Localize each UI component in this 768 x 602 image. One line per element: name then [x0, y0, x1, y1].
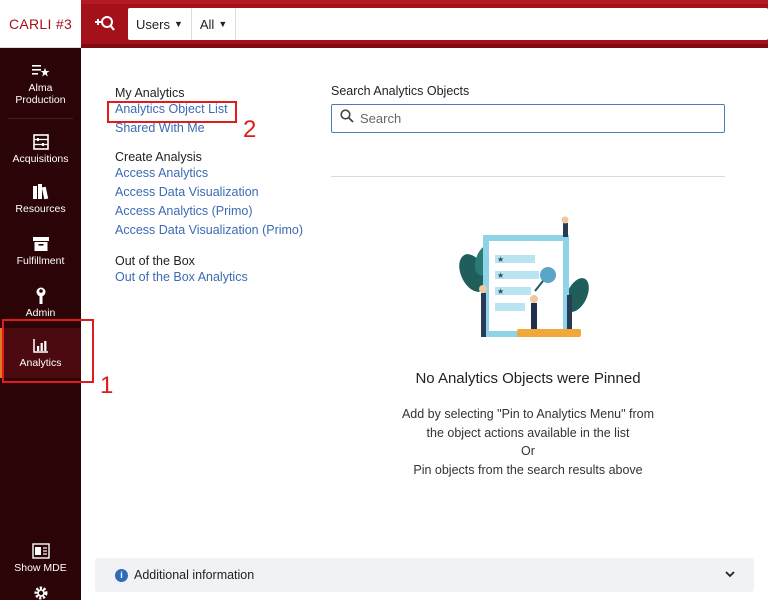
access-data-visualization-primo-link[interactable]: Access Data Visualization (Primo): [115, 221, 315, 238]
bar-bottom-edge: [81, 44, 768, 48]
create-analysis-heading: Create Analysis: [115, 150, 202, 164]
mde-icon: [31, 542, 50, 559]
analytics-menu: My Analytics Analytics Object List Share…: [115, 82, 315, 287]
nav-item-acquisitions[interactable]: Acquisitions: [0, 126, 81, 172]
my-analytics-heading: My Analytics: [115, 86, 185, 100]
persistent-search: Users ▼ All ▼: [128, 8, 768, 40]
nav-label: Acquisitions: [12, 152, 69, 165]
wrench-icon: [32, 287, 50, 304]
persistent-search-input[interactable]: [236, 8, 768, 40]
empty-state-line: the object actions available in the list: [426, 425, 630, 440]
nav-label: Admin: [25, 306, 56, 319]
caret-down-icon: ▼: [218, 19, 228, 29]
access-analytics-link[interactable]: Access Analytics: [115, 164, 315, 183]
nav-item-alma-production[interactable]: Alma Production: [0, 60, 81, 108]
svg-text:★: ★: [497, 271, 504, 280]
shared-with-me-link[interactable]: Shared With Me: [115, 119, 315, 138]
svg-text:★: ★: [497, 255, 504, 264]
additional-information-panel[interactable]: i Additional information: [95, 558, 754, 592]
search-filter-dropdown[interactable]: All ▼: [192, 8, 237, 40]
callout-box-1: [2, 319, 94, 383]
nav-separator: [8, 118, 73, 119]
nav-item-fulfillment[interactable]: Fulfillment: [0, 228, 81, 274]
callout-number-1: 1: [100, 372, 114, 399]
abacus-icon: [32, 133, 50, 150]
empty-state-line: Or: [521, 444, 535, 458]
search-input[interactable]: [360, 111, 700, 126]
empty-state-line: Pin objects from the search results abov…: [413, 462, 643, 477]
search-scope-dropdown[interactable]: Users ▼: [128, 8, 192, 40]
caret-down-icon: ▼: [173, 19, 183, 29]
additional-information-label: Additional information: [134, 568, 255, 582]
alma-star-icon: [31, 63, 50, 79]
books-icon: [32, 183, 50, 200]
empty-state-illustration: ★ ★ ★: [455, 215, 600, 345]
analytics-object-list-link[interactable]: Analytics Object List: [115, 100, 315, 119]
nav-item-resources[interactable]: Resources: [0, 176, 81, 222]
bar-top-edge: [81, 0, 768, 4]
svg-text:★: ★: [497, 287, 504, 296]
analytics-search-field[interactable]: [331, 104, 725, 133]
search-icon: [340, 109, 354, 128]
search-bar-area: Users ▼ All ▼: [81, 0, 768, 48]
top-bar: CARLI #3 Users ▼ All ▼: [0, 0, 768, 48]
institution-name[interactable]: CARLI #3: [0, 0, 81, 48]
add-search-icon[interactable]: [91, 12, 119, 36]
empty-state-title: No Analytics Objects were Pinned: [415, 370, 641, 387]
gear-icon: [32, 585, 50, 601]
access-data-visualization-link[interactable]: Access Data Visualization: [115, 183, 315, 202]
nav-label: Show MDE: [14, 561, 67, 574]
nav-label: Alma Production: [15, 81, 66, 106]
archive-icon: [32, 236, 50, 252]
search-title: Search Analytics Objects: [331, 84, 470, 98]
divider: [331, 176, 725, 177]
empty-state-description: Add by selecting "Pin to Analytics Menu"…: [331, 405, 725, 479]
empty-state-line: Add by selecting "Pin to Analytics Menu"…: [401, 407, 655, 421]
nav-item-show-mde[interactable]: Show MDE: [0, 538, 81, 578]
out-of-the-box-analytics-link[interactable]: Out of the Box Analytics: [115, 268, 315, 287]
search-filter-label: All: [199, 16, 215, 32]
access-analytics-primo-link[interactable]: Access Analytics (Primo): [115, 202, 315, 221]
nav-label: Fulfillment: [16, 254, 65, 267]
search-scope-label: Users: [136, 16, 170, 32]
nav-label: Resources: [15, 202, 66, 215]
info-icon: i: [115, 568, 128, 582]
chevron-down-icon[interactable]: [724, 568, 736, 583]
out-of-the-box-heading: Out of the Box: [115, 254, 195, 268]
